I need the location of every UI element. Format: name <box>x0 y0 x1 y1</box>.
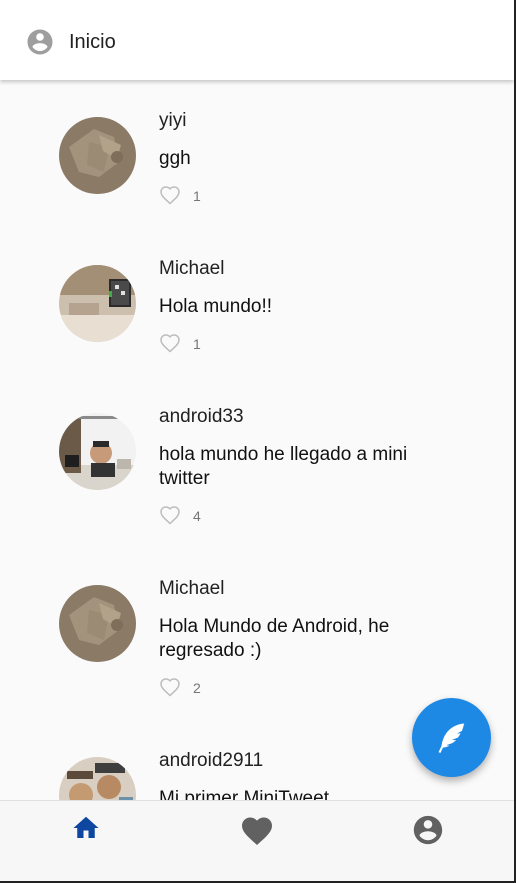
likes-count: 1 <box>193 188 201 204</box>
home-icon <box>73 816 99 838</box>
avatar-android33[interactable] <box>59 413 136 490</box>
nav-profile[interactable] <box>408 813 448 849</box>
nav-home[interactable] <box>66 813 106 849</box>
tweet-feed[interactable]: yiyi ggh 1 Michael Hola mundo!! 1 androi… <box>0 80 514 800</box>
likes-count: 1 <box>193 336 201 352</box>
avatar-android2911[interactable] <box>59 757 136 800</box>
heart-icon <box>242 817 272 846</box>
tweet-username[interactable]: android2911 <box>159 750 263 772</box>
nav-favorites[interactable] <box>237 813 277 849</box>
heart-outline-icon[interactable] <box>157 331 183 353</box>
likes-count: 4 <box>193 508 201 524</box>
heart-outline-icon[interactable] <box>157 675 183 697</box>
tweet-username[interactable]: Michael <box>159 578 224 600</box>
tweet-username[interactable]: Michael <box>159 258 224 280</box>
tweet-message: Hola mundo!! <box>159 296 273 317</box>
bottom-navigation <box>0 800 514 881</box>
likes-count: 2 <box>193 680 201 696</box>
avatar-yiyi[interactable] <box>59 117 136 194</box>
account-circle-icon[interactable] <box>25 27 55 57</box>
tweet-message: Hola Mundo de Android, he regresado :) <box>159 616 390 661</box>
heart-outline-icon[interactable] <box>157 503 183 525</box>
account-circle-icon <box>413 815 443 845</box>
heart-outline-icon[interactable] <box>157 183 183 205</box>
app-screen: Inicio yiyi ggh 1 Michael Hola mundo!! 1… <box>0 0 516 883</box>
tweet-username[interactable]: android33 <box>159 406 244 428</box>
page-title: Inicio <box>69 31 116 53</box>
new-tweet-fab[interactable] <box>412 698 491 777</box>
top-app-bar: Inicio <box>0 0 514 80</box>
avatar-michael-room[interactable] <box>59 265 136 342</box>
tweet-username[interactable]: yiyi <box>159 110 186 132</box>
avatar-michael[interactable] <box>59 585 136 662</box>
tweet-message: ggh <box>159 148 191 169</box>
tweet-message: Mi primer MiniTweet <box>159 788 329 800</box>
tweet-message: hola mundo he llegado a mini twitter <box>159 444 408 489</box>
feather-icon <box>438 723 466 753</box>
